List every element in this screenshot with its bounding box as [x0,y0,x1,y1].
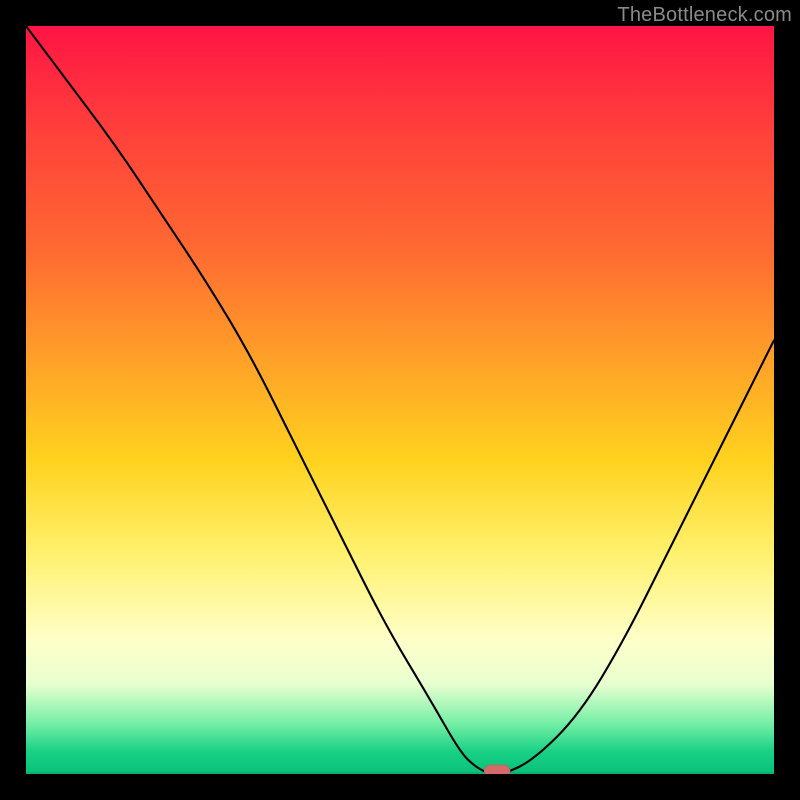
watermark-label: TheBottleneck.com [617,4,792,27]
bottleneck-curve [26,26,774,774]
optimal-marker [484,765,510,774]
plot-area [26,26,774,774]
chart-frame: TheBottleneck.com [0,0,800,800]
curve-svg [26,26,774,774]
